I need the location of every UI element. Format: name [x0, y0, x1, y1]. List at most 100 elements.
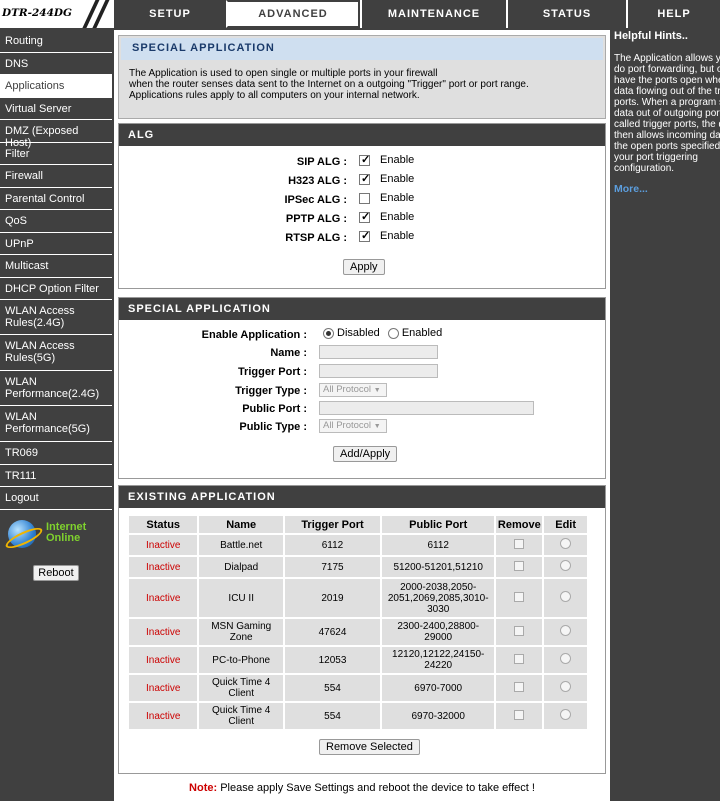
column-name: Name	[199, 516, 283, 533]
row-status: Inactive	[129, 619, 198, 645]
edit-radio[interactable]	[560, 681, 572, 692]
globe-icon	[8, 520, 36, 548]
row-status: Inactive	[129, 647, 198, 673]
sidebar-item-dhcp-option-filter[interactable]: DHCP Option Filter	[0, 278, 112, 300]
enabled-radio-label: Enabled	[401, 327, 443, 339]
sidebar-item-wlan-performance-5g[interactable]: WLAN Performance(5G)	[0, 406, 112, 442]
sidebar-item-qos[interactable]: QoS	[0, 210, 112, 233]
reboot-button[interactable]: Reboot	[33, 565, 79, 581]
column-trigger-port: Trigger Port	[284, 516, 381, 533]
rtsp-alg-checkbox[interactable]	[359, 229, 370, 242]
remove-selected-button[interactable]: Remove Selected	[319, 739, 420, 755]
public-port-input[interactable]	[319, 401, 534, 415]
sidebar-item-applications[interactable]: Applications	[0, 75, 112, 98]
sidebar-item-wlan-performance-2g[interactable]: WLAN Performance(2.4G)	[0, 371, 112, 406]
sidebar-item-wlan-access-rules-2g[interactable]: WLAN Access Rules(2.4G)	[0, 300, 112, 335]
table-row: Inactive ICU II 2019 2000-2038,2050-2051…	[129, 579, 587, 617]
sidebar-item-dns[interactable]: DNS	[0, 53, 112, 75]
row-trigger-port: 7175	[284, 557, 381, 577]
trigger-port-input[interactable]	[319, 364, 438, 378]
sidebar-item-parental-control[interactable]: Parental Control	[0, 188, 112, 210]
row-public-port: 2300-2400,28800-29000	[382, 619, 495, 645]
remove-checkbox[interactable]	[514, 560, 525, 571]
edit-radio[interactable]	[560, 625, 572, 636]
footer-note: Note: Please apply Save Settings and reb…	[114, 782, 610, 794]
remove-checkbox[interactable]	[514, 709, 525, 720]
row-status: Inactive	[129, 675, 198, 701]
sidebar-item-dmz[interactable]: DMZ (Exposed Host)	[0, 120, 112, 149]
internet-status-label: Internet Online	[46, 522, 86, 544]
table-row: Inactive Battle.net 6112 6112	[129, 535, 587, 555]
alg-row-ipsec: IPSec ALG : Enable	[119, 191, 605, 210]
model-name: DTR-244DG	[2, 7, 72, 19]
add-apply-button[interactable]: Add/Apply	[333, 446, 398, 462]
trigger-type-value: All Protocol	[323, 384, 372, 395]
pptp-alg-label: PPTP ALG :	[285, 213, 347, 225]
row-trigger-port: 2019	[284, 579, 381, 617]
disabled-radio-label: Disabled	[337, 327, 380, 339]
tab-advanced[interactable]: ADVANCED	[226, 0, 360, 28]
sidebar-item-multicast[interactable]: Multicast	[0, 255, 112, 278]
tab-help[interactable]: HELP	[626, 0, 720, 28]
sip-alg-checkbox[interactable]	[359, 153, 370, 166]
column-status: Status	[129, 516, 198, 533]
remove-checkbox[interactable]	[514, 625, 525, 636]
ipsec-alg-enable-text: Enable	[380, 192, 415, 204]
row-name: Quick Time 4 Client	[199, 703, 283, 729]
public-type-label: Public Type :	[239, 421, 307, 433]
pptp-alg-checkbox[interactable]	[359, 210, 370, 223]
sidebar-item-tr111[interactable]: TR111	[0, 465, 112, 487]
sidebar-item-virtual-server[interactable]: Virtual Server	[0, 98, 112, 120]
existing-application-title: EXISTING APPLICATION	[119, 486, 605, 508]
sidebar-item-routing[interactable]: Routing	[0, 30, 112, 53]
ipsec-alg-checkbox[interactable]	[359, 192, 370, 204]
alg-row-pptp: PPTP ALG : Enable	[119, 210, 605, 229]
tab-setup[interactable]: SETUP	[112, 0, 226, 28]
public-type-select[interactable]: All Protocol ▼	[319, 419, 387, 433]
rtsp-alg-enable-text: Enable	[380, 230, 415, 242]
alg-row-rtsp: RTSP ALG : Enable	[119, 229, 605, 248]
row-trigger-port: 554	[284, 675, 381, 701]
alg-apply-button[interactable]: Apply	[343, 259, 385, 275]
edit-radio[interactable]	[560, 560, 572, 571]
intro-description: The Application is used to open single o…	[119, 60, 605, 101]
enable-application-row: Enable Application : Disabled Enabled	[119, 326, 605, 345]
sidebar-item-firewall[interactable]: Firewall	[0, 165, 112, 188]
row-public-port: 6112	[382, 535, 495, 555]
trigger-port-row: Trigger Port :	[119, 363, 605, 382]
edit-radio[interactable]	[560, 591, 572, 602]
chevron-down-icon: ▼	[373, 423, 381, 430]
sidebar-item-upnp[interactable]: UPnP	[0, 233, 112, 255]
intro-line-1: The Application is used to open single o…	[129, 68, 438, 79]
edit-radio[interactable]	[560, 538, 572, 549]
sidebar: Routing DNS Applications Virtual Server …	[0, 30, 112, 801]
trigger-type-select[interactable]: All Protocol ▼	[319, 383, 387, 397]
edit-radio[interactable]	[560, 709, 572, 720]
sidebar-item-tr069[interactable]: TR069	[0, 442, 112, 465]
enabled-radio[interactable]	[387, 327, 399, 339]
remove-checkbox[interactable]	[514, 653, 525, 664]
page-title: SPECIAL APPLICATION	[123, 38, 601, 60]
h323-alg-label: H323 ALG :	[288, 175, 347, 187]
name-input[interactable]	[319, 345, 438, 359]
remove-checkbox[interactable]	[514, 591, 525, 602]
row-trigger-port: 6112	[284, 535, 381, 555]
name-label: Name :	[270, 347, 307, 359]
remove-checkbox[interactable]	[514, 538, 525, 549]
edit-radio[interactable]	[560, 653, 572, 664]
table-row: Inactive Dialpad 7175 51200-51201,51210	[129, 557, 587, 577]
table-header-row: Status Name Trigger Port Public Port Rem…	[129, 516, 587, 533]
note-prefix: Note:	[189, 782, 218, 794]
sidebar-item-wlan-access-rules-5g[interactable]: WLAN Access Rules(5G)	[0, 335, 112, 371]
sip-alg-enable-text: Enable	[380, 154, 415, 166]
disabled-radio[interactable]	[323, 327, 334, 339]
row-trigger-port: 12053	[284, 647, 381, 673]
alg-row-sip: SIP ALG : Enable	[119, 153, 605, 172]
tab-status[interactable]: STATUS	[506, 0, 626, 28]
public-type-value: All Protocol	[323, 420, 372, 431]
remove-checkbox[interactable]	[514, 681, 525, 692]
h323-alg-checkbox[interactable]	[359, 172, 370, 185]
hints-more-link[interactable]: More...	[612, 174, 720, 195]
sidebar-item-logout[interactable]: Logout	[0, 487, 112, 510]
tab-maintenance[interactable]: MAINTENANCE	[360, 0, 506, 28]
